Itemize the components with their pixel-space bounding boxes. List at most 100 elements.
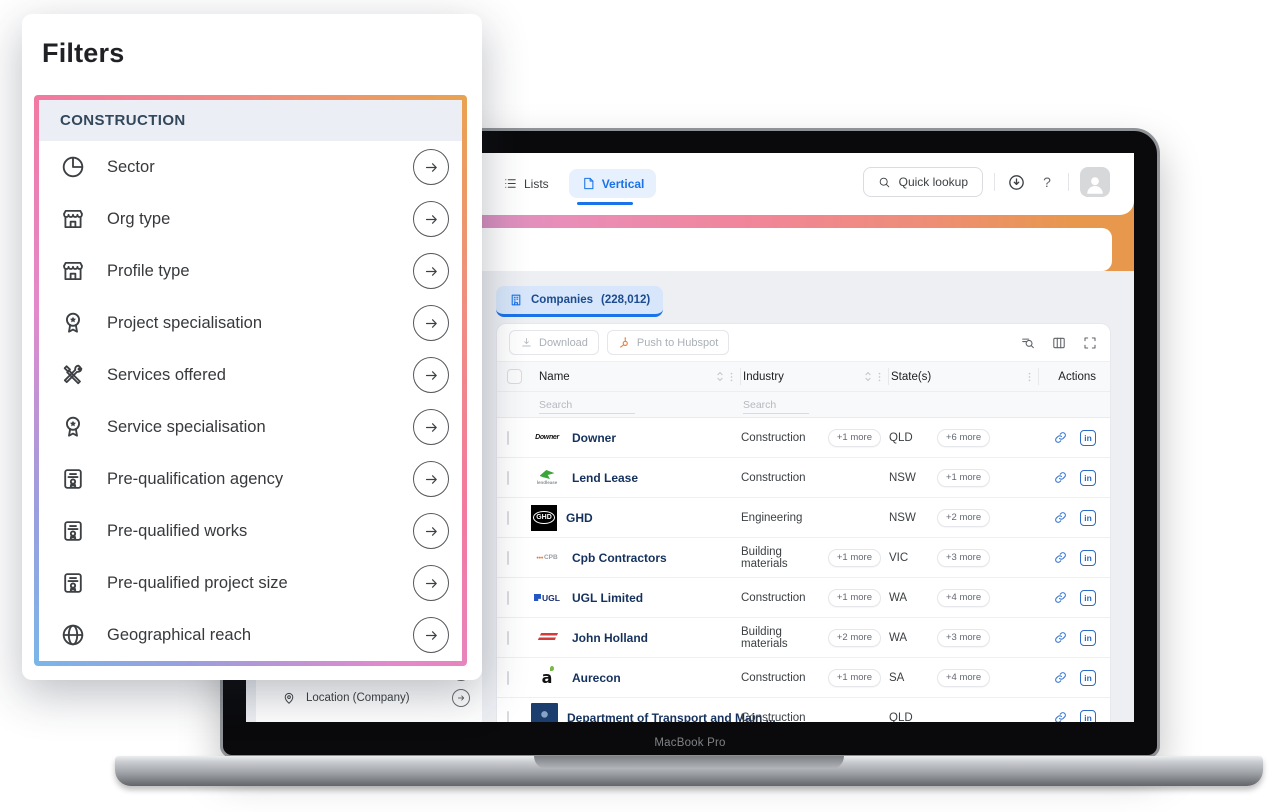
tab-companies[interactable]: Companies (228,012) (496, 286, 663, 317)
arrow-right-button[interactable] (413, 513, 449, 549)
filter-item-prequalified-project-size[interactable]: Pre-qualified project size (39, 557, 462, 609)
company-name-link[interactable]: GHD (566, 511, 593, 525)
company-name-link[interactable]: John Holland (572, 631, 648, 645)
arrow-right-button[interactable] (413, 461, 449, 497)
company-name-link[interactable]: UGL Limited (572, 591, 643, 605)
website-link-icon[interactable] (1053, 470, 1068, 485)
badge-icon (60, 310, 86, 336)
arrow-right-button[interactable] (413, 565, 449, 601)
industry-more-pill[interactable]: +1 more (828, 549, 881, 567)
industry-more-pill[interactable]: +1 more (828, 589, 881, 607)
sort-icon[interactable] (716, 371, 724, 382)
filter-item-services-offered[interactable]: Services offered (39, 349, 462, 401)
filter-item-prequalified-works[interactable]: Pre-qualified works (39, 505, 462, 557)
companies-tab-label: Companies (531, 294, 593, 306)
website-link-icon[interactable] (1053, 630, 1068, 645)
row-checkbox[interactable] (507, 511, 509, 525)
table-row[interactable]: GHD GHD Engineering NSW+2 more in (497, 498, 1110, 538)
select-all-checkbox[interactable] (507, 369, 522, 384)
table-row[interactable]: Department of Transport and Main ... Con… (497, 698, 1110, 722)
state-more-pill[interactable]: +2 more (937, 509, 990, 527)
avatar[interactable] (1080, 167, 1110, 197)
arrow-right-icon[interactable] (452, 689, 470, 707)
row-checkbox[interactable] (507, 471, 509, 485)
column-menu-icon[interactable] (1028, 371, 1031, 383)
industry-value: Construction (741, 592, 806, 604)
arrow-right-button[interactable] (413, 149, 449, 185)
state-more-pill[interactable]: +4 more (937, 669, 990, 687)
linkedin-icon[interactable]: in (1080, 430, 1096, 446)
table-row[interactable]: Downer Downer Construction+1 more QLD+6 … (497, 418, 1110, 458)
linkedin-icon[interactable]: in (1080, 630, 1096, 646)
filter-item-project-specialisation[interactable]: Project specialisation (39, 297, 462, 349)
arrow-right-button[interactable] (413, 409, 449, 445)
arrow-right-button[interactable] (413, 201, 449, 237)
sidebar-item-location[interactable]: Location (Company) (256, 685, 482, 711)
industry-more-pill[interactable]: +1 more (828, 669, 881, 687)
state-more-pill[interactable]: +3 more (937, 629, 990, 647)
linkedin-icon[interactable]: in (1080, 470, 1096, 486)
table-row[interactable]: lendlease Lend Lease Construction NSW+1 … (497, 458, 1110, 498)
table-search-icon[interactable] (1020, 335, 1036, 351)
expand-icon[interactable] (1082, 335, 1098, 351)
column-menu-icon[interactable] (730, 371, 733, 383)
arrow-right-button[interactable] (413, 305, 449, 341)
quick-lookup-button[interactable]: Quick lookup (863, 167, 983, 197)
nav-item-lists[interactable]: Lists (503, 176, 549, 191)
filter-item-profile-type[interactable]: Profile type (39, 245, 462, 297)
state-more-pill[interactable]: +4 more (937, 589, 990, 607)
arrow-right-button[interactable] (413, 617, 449, 653)
state-value: NSW (889, 472, 933, 484)
state-more-pill[interactable]: +6 more (937, 429, 990, 447)
row-checkbox[interactable] (507, 711, 509, 723)
table-row[interactable]: UGL UGL Limited Construction+1 more WA+4… (497, 578, 1110, 618)
filter-item-prequalification-agency[interactable]: Pre-qualification agency (39, 453, 462, 505)
website-link-icon[interactable] (1053, 670, 1068, 685)
website-link-icon[interactable] (1053, 710, 1068, 722)
state-more-pill[interactable]: +1 more (937, 469, 990, 487)
push-to-hubspot-button[interactable]: Push to Hubspot (607, 330, 729, 355)
arrow-right-button[interactable] (413, 253, 449, 289)
website-link-icon[interactable] (1053, 590, 1068, 605)
sort-icon[interactable] (864, 371, 872, 382)
filter-item-service-specialisation[interactable]: Service specialisation (39, 401, 462, 453)
row-checkbox[interactable] (507, 671, 509, 685)
row-checkbox[interactable] (507, 591, 509, 605)
row-checkbox[interactable] (507, 431, 509, 445)
state-more-pill[interactable]: +3 more (937, 549, 990, 567)
filter-item-sector[interactable]: Sector (39, 141, 462, 193)
license-icon (60, 570, 86, 596)
arrow-right-button[interactable] (413, 357, 449, 393)
filter-item-geographical-reach[interactable]: Geographical reach (39, 609, 462, 661)
table-row[interactable]: a Aurecon Construction+1 more SA+4 more … (497, 658, 1110, 698)
website-link-icon[interactable] (1053, 510, 1068, 525)
table-row[interactable]: CPB Cpb Contractors Building materials+1… (497, 538, 1110, 578)
construction-filter-group: CONSTRUCTION Sector Org type (34, 95, 467, 666)
filter-item-org-type[interactable]: Org type (39, 193, 462, 245)
industry-more-pill[interactable]: +1 more (828, 429, 881, 447)
download-button[interactable]: Download (509, 330, 599, 355)
linkedin-icon[interactable]: in (1080, 670, 1096, 686)
website-link-icon[interactable] (1053, 430, 1068, 445)
linkedin-icon[interactable]: in (1080, 710, 1096, 723)
table-row[interactable]: John Holland Building materials+2 more W… (497, 618, 1110, 658)
industry-search-input[interactable] (743, 397, 809, 414)
nav-tab-vertical[interactable]: Vertical (569, 169, 657, 198)
row-checkbox[interactable] (507, 551, 509, 565)
linkedin-icon[interactable]: in (1080, 550, 1096, 566)
company-name-link[interactable]: Downer (572, 431, 616, 445)
help-icon[interactable]: ? (1037, 172, 1057, 192)
linkedin-icon[interactable]: in (1080, 510, 1096, 526)
column-menu-icon[interactable] (878, 371, 881, 383)
company-name-link[interactable]: Lend Lease (572, 471, 638, 485)
company-name-link[interactable]: Aurecon (572, 671, 621, 685)
row-checkbox[interactable] (507, 631, 509, 645)
industry-more-pill[interactable]: +2 more (828, 629, 881, 647)
pie-chart-icon (60, 154, 86, 180)
company-name-link[interactable]: Cpb Contractors (572, 551, 667, 565)
columns-icon[interactable] (1051, 335, 1067, 351)
website-link-icon[interactable] (1053, 550, 1068, 565)
name-search-input[interactable] (539, 397, 635, 414)
download-circle-icon[interactable] (1006, 172, 1026, 192)
linkedin-icon[interactable]: in (1080, 590, 1096, 606)
